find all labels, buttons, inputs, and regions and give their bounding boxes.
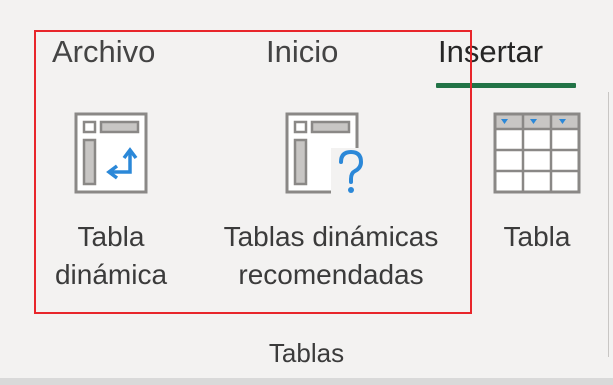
tab-inicio[interactable]: Inicio — [266, 30, 338, 74]
recommended-pivot-tables-label-line2: recomendadas — [238, 259, 424, 290]
table-button[interactable]: Tabla — [482, 112, 592, 256]
group-divider — [608, 92, 609, 357]
ribbon: Archivo Inicio Insertar Tabla dinámica T… — [0, 0, 613, 385]
pivot-table-label-line2: dinámica — [54, 259, 168, 290]
pivot-table-button[interactable]: Tabla dinámica — [36, 112, 186, 294]
recommended-pivot-tables-icon — [285, 112, 371, 196]
table-icon — [493, 112, 581, 194]
tab-archivo[interactable]: Archivo — [52, 30, 155, 74]
pivot-table-icon — [74, 112, 148, 194]
tab-insertar[interactable]: Insertar — [438, 30, 543, 74]
active-tab-indicator — [436, 83, 576, 88]
pivot-table-label-line1: Tabla — [77, 221, 145, 252]
table-label: Tabla — [503, 221, 571, 252]
recommended-pivot-tables-button[interactable]: Tablas dinámicas recomendadas — [196, 112, 466, 294]
group-label-tablas: Tablas — [268, 338, 345, 368]
ribbon-bottom-edge — [0, 378, 613, 385]
recommended-pivot-tables-label-line1: Tablas dinámicas — [223, 221, 439, 252]
